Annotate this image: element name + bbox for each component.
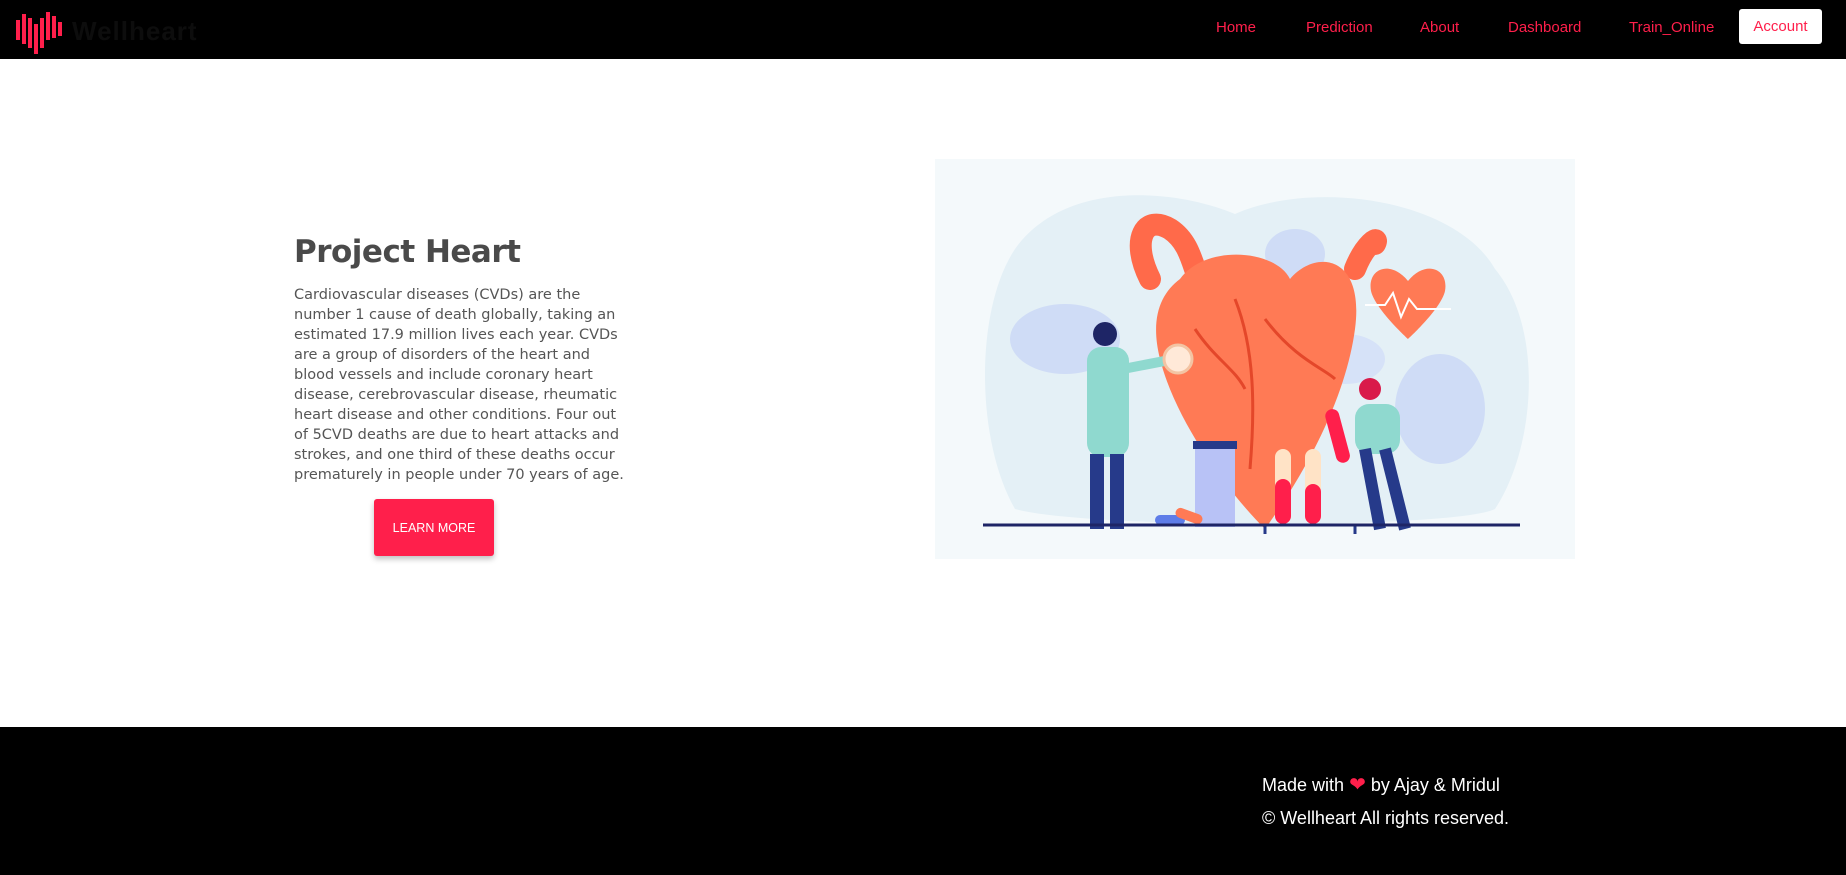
navbar: Wellheart Home Prediction About Dashboar… bbox=[0, 0, 1846, 59]
nav-dashboard[interactable]: Dashboard bbox=[1508, 19, 1581, 36]
made-with-suffix: by Ajay & Mridul bbox=[1370, 775, 1500, 795]
made-with-prefix: Made with bbox=[1262, 775, 1345, 795]
nav-prediction[interactable]: Prediction bbox=[1306, 19, 1373, 36]
page-title: Project Heart bbox=[294, 234, 521, 270]
wellheart-logo-icon[interactable] bbox=[14, 10, 64, 56]
heart-icon: ❤ bbox=[1349, 774, 1366, 796]
nav-about[interactable]: About bbox=[1420, 19, 1459, 36]
brand-name[interactable]: Wellheart bbox=[72, 16, 198, 47]
learn-more-button[interactable]: LEARN MORE bbox=[374, 499, 494, 556]
footer-credits: Made with ❤ by Ajay & Mridul bbox=[1262, 772, 1500, 797]
hero-description: Cardiovascular diseases (CVDs) are the n… bbox=[294, 287, 624, 483]
footer: Made with ❤ by Ajay & Mridul © Wellheart… bbox=[0, 727, 1846, 875]
footer-copyright: © Wellheart All rights reserved. bbox=[1262, 808, 1510, 828]
account-button[interactable]: Account bbox=[1739, 9, 1822, 44]
nav-home[interactable]: Home bbox=[1216, 19, 1256, 36]
nav-train-online[interactable]: Train_Online bbox=[1629, 19, 1714, 36]
doctors-heart-illustration-icon bbox=[935, 159, 1575, 559]
